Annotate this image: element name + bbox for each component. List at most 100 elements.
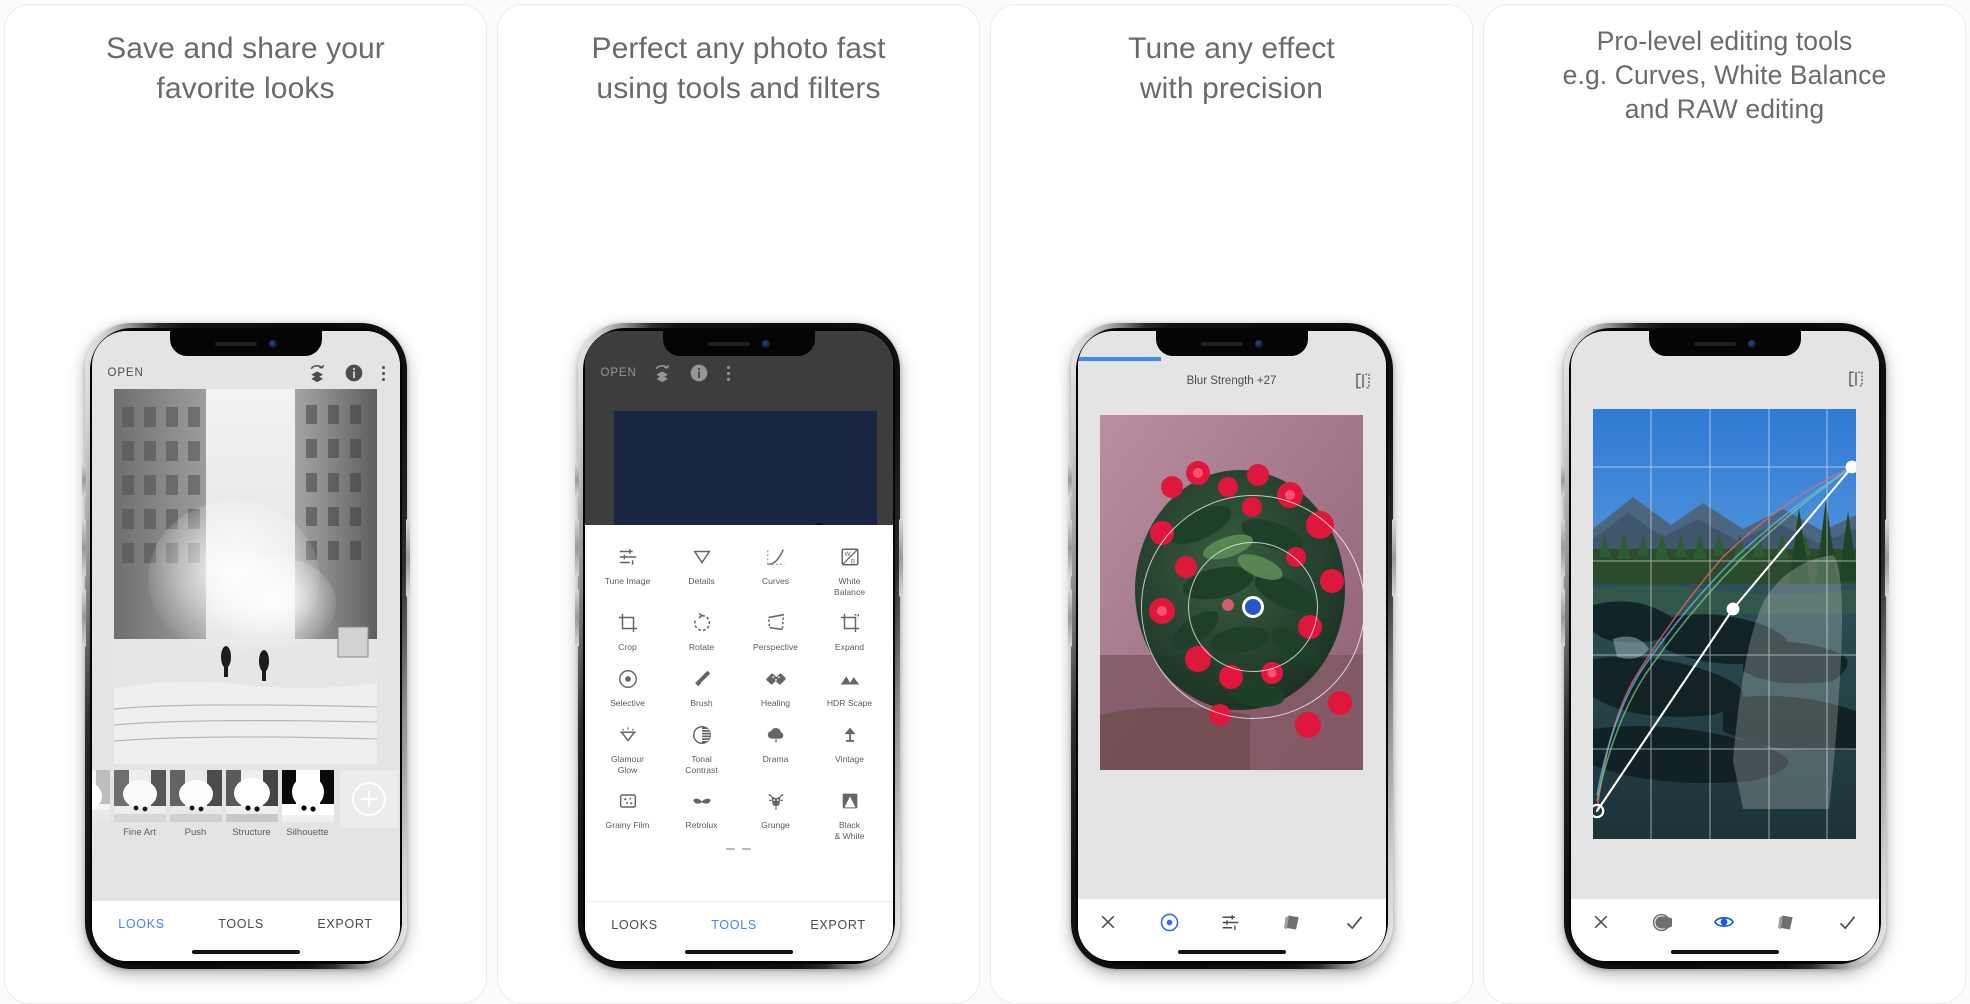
tool-healing[interactable]: Healing xyxy=(739,661,813,713)
tab-looks[interactable]: LOOKS xyxy=(118,917,165,931)
volume-down-button xyxy=(1067,589,1072,647)
page-title: Tune any effect with precision xyxy=(1128,32,1335,105)
tool-label: Crop xyxy=(618,642,637,653)
screenshot-gallery: Save and share your favorite looks OPEN xyxy=(0,0,1970,1004)
undo-stack-icon[interactable] xyxy=(308,363,328,383)
check-icon[interactable] xyxy=(1837,912,1858,933)
eye-icon[interactable] xyxy=(1713,911,1735,933)
tool-brush[interactable]: Brush xyxy=(665,661,739,713)
tool-expand[interactable]: Expand xyxy=(813,605,887,657)
tool-white-balance[interactable]: W B White Balance xyxy=(813,539,887,601)
tool-crop[interactable]: Crop xyxy=(591,605,665,657)
look-thumbnail[interactable] xyxy=(91,770,110,822)
selective-target-icon[interactable] xyxy=(1159,912,1180,933)
rotate-icon xyxy=(691,611,713,635)
photo-canvas[interactable] xyxy=(114,389,377,764)
half-circle-icon xyxy=(691,723,713,747)
control-point-handle[interactable] xyxy=(1241,595,1264,618)
overflow-menu-icon[interactable] xyxy=(727,365,731,381)
sheet-drag-handle[interactable] xyxy=(585,847,893,850)
tab-looks[interactable]: LOOKS xyxy=(611,918,658,932)
svg-text:W: W xyxy=(844,551,851,558)
notch xyxy=(169,331,322,356)
crop-icon xyxy=(617,611,639,635)
tool-label: Black & White xyxy=(834,820,865,842)
tool-grunge[interactable]: Grunge xyxy=(739,783,813,845)
overflow-menu-icon[interactable] xyxy=(382,365,386,381)
page-title: Pro-level editing tools e.g. Curves, Whi… xyxy=(1562,26,1887,124)
list-item[interactable] xyxy=(91,770,110,822)
phone-screen: OPEN xyxy=(584,331,893,961)
curve-icon xyxy=(765,545,787,569)
photo-canvas[interactable] xyxy=(1100,415,1363,770)
power-button xyxy=(1391,519,1396,597)
tool-tune-image[interactable]: Tune Image xyxy=(591,539,665,601)
add-look-button[interactable] xyxy=(339,770,398,828)
close-x-icon[interactable] xyxy=(1591,912,1611,932)
tool-rotate[interactable]: Rotate xyxy=(665,605,739,657)
tool-glamour-glow[interactable]: Glamour Glow xyxy=(591,717,665,779)
look-thumbnail[interactable] xyxy=(113,770,166,822)
look-thumbnail[interactable] xyxy=(225,770,278,822)
tool-label: Perspective xyxy=(753,642,798,653)
look-thumbnail[interactable] xyxy=(169,770,222,822)
front-camera-icon xyxy=(761,339,770,348)
look-thumbnail[interactable] xyxy=(281,770,334,822)
page-title: Save and share your favorite looks xyxy=(106,32,385,105)
tool-drama[interactable]: Drama xyxy=(739,717,813,779)
photo-canvas[interactable] xyxy=(1593,409,1856,839)
tool-vintage[interactable]: Vintage xyxy=(813,717,887,779)
tool-grainy-film[interactable]: Grainy Film xyxy=(591,783,665,845)
tool-label: Grainy Film xyxy=(605,820,650,831)
list-item[interactable]: Silhouette xyxy=(281,770,334,838)
tool-label: Healing xyxy=(760,698,791,709)
tool-details[interactable]: Details xyxy=(665,539,739,601)
open-button[interactable]: OPEN xyxy=(108,367,144,379)
tool-perspective[interactable]: Perspective xyxy=(739,605,813,657)
stack-layers-icon[interactable] xyxy=(1776,912,1797,933)
effect-header xyxy=(1570,357,1879,401)
info-icon[interactable] xyxy=(689,363,709,383)
phone-screen xyxy=(1570,331,1879,961)
tool-tonal-contrast[interactable]: Tonal Contrast xyxy=(665,717,739,779)
tool-selective[interactable]: Selective xyxy=(591,661,665,713)
tab-tools[interactable]: TOOLS xyxy=(711,918,757,932)
tool-hdr-scape[interactable]: HDR Scape xyxy=(813,661,887,713)
effect-title: Blur Strength +27 xyxy=(1186,375,1277,387)
list-item[interactable]: Structure xyxy=(225,770,278,838)
black-white-icon xyxy=(839,789,861,813)
tool-black-and-white[interactable]: Black & White xyxy=(813,783,887,845)
look-label: Structure xyxy=(232,827,271,838)
info-icon[interactable] xyxy=(344,363,364,383)
feature-card-curves: Pro-level editing tools e.g. Curves, Whi… xyxy=(1483,4,1966,1004)
tool-curves[interactable]: Curves xyxy=(739,539,813,601)
tab-export[interactable]: EXPORT xyxy=(317,917,372,931)
curve-point-mid[interactable] xyxy=(1726,602,1740,616)
tab-export[interactable]: EXPORT xyxy=(810,918,865,932)
phone-screen: OPEN xyxy=(91,331,400,961)
tool-retrolux[interactable]: Retrolux xyxy=(665,783,739,845)
perspective-icon xyxy=(765,611,787,635)
list-item[interactable]: Fine Art xyxy=(113,770,166,838)
compare-split-icon[interactable] xyxy=(1354,372,1372,390)
tool-label: Grunge xyxy=(761,820,790,831)
check-icon[interactable] xyxy=(1344,912,1365,933)
luminance-circle-icon[interactable] xyxy=(1651,912,1673,933)
feature-card-tools: Perfect any photo fast using tools and f… xyxy=(497,4,980,1004)
sliders-icon[interactable] xyxy=(1220,912,1241,933)
phone-screen: Blur Strength +27 xyxy=(1077,331,1386,961)
curves-overlay[interactable] xyxy=(1593,409,1856,839)
tool-label: Details xyxy=(688,576,715,586)
lamp-icon xyxy=(839,723,861,747)
looks-filmstrip[interactable]: Fine Art Push Structure Silhouette xyxy=(91,764,400,846)
close-x-icon[interactable] xyxy=(1098,912,1118,932)
compare-split-icon[interactable] xyxy=(1847,370,1865,388)
stack-layers-icon[interactable] xyxy=(1282,912,1303,933)
open-button[interactable]: OPEN xyxy=(601,367,637,379)
front-camera-icon xyxy=(1747,339,1756,348)
power-button xyxy=(405,519,410,597)
list-item[interactable]: Push xyxy=(169,770,222,838)
undo-stack-icon[interactable] xyxy=(653,363,673,383)
tab-tools[interactable]: TOOLS xyxy=(218,917,264,931)
expand-icon xyxy=(839,611,861,635)
